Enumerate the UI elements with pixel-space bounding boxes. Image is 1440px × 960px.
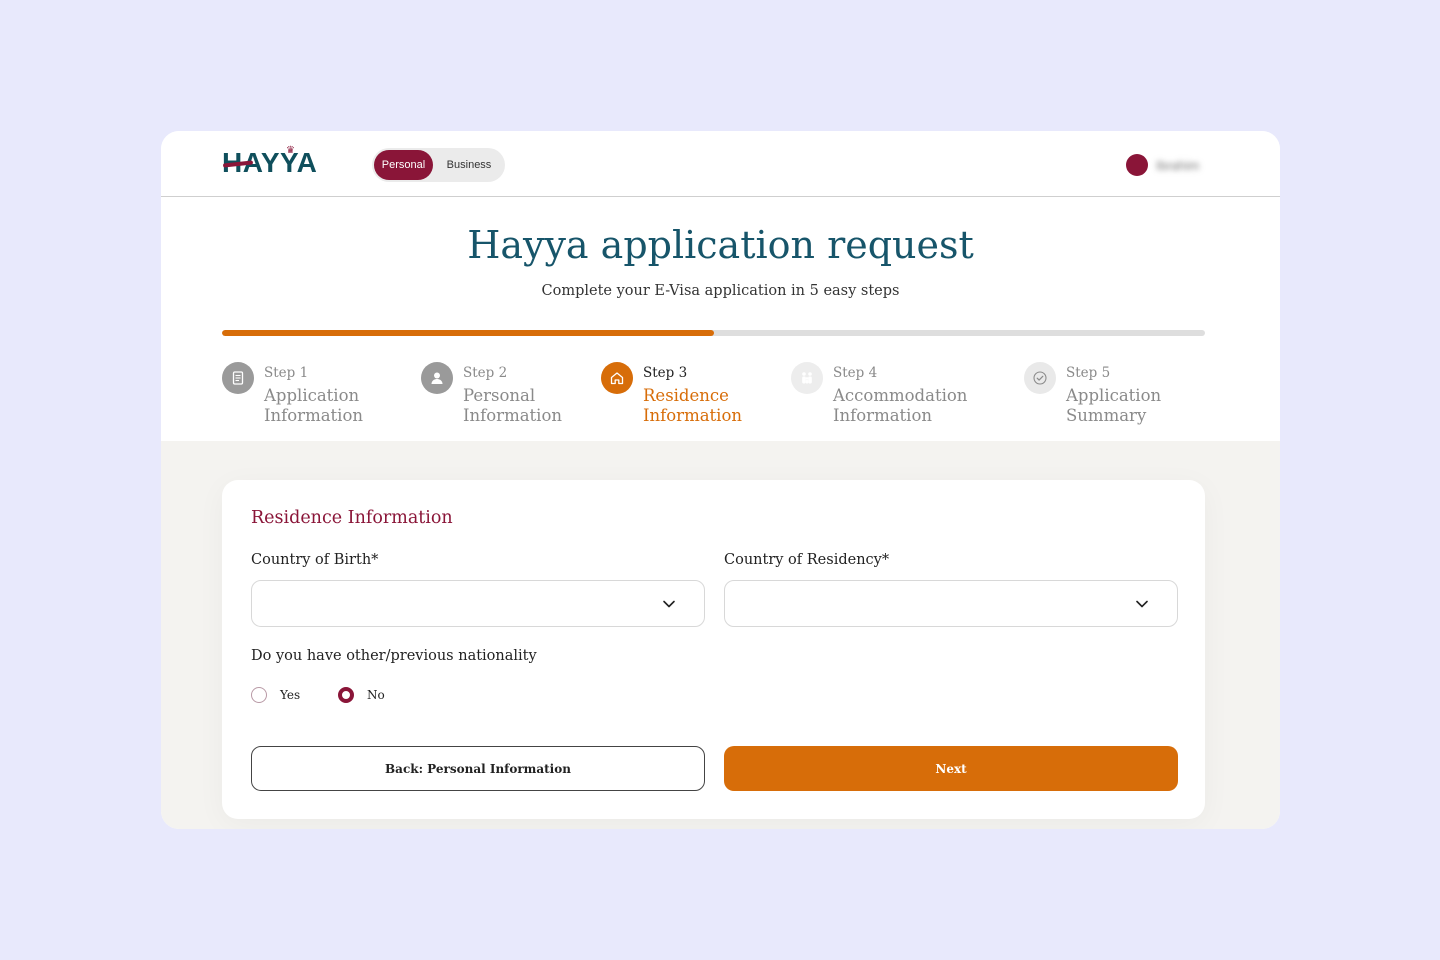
step-3[interactable]: Step 3 Residence Information bbox=[601, 362, 742, 426]
next-button[interactable]: Next bbox=[724, 746, 1178, 791]
country-of-residency-label: Country of Residency* bbox=[724, 552, 890, 568]
home-icon bbox=[601, 362, 633, 394]
progress-bar bbox=[222, 330, 1205, 336]
user-name: Ibrahim bbox=[1156, 157, 1200, 173]
progress-bar-fill bbox=[222, 330, 714, 336]
radio-option-yes[interactable]: Yes bbox=[251, 687, 300, 703]
step-5[interactable]: Step 5 Application Summary bbox=[1024, 362, 1161, 426]
page-title: Hayya application request bbox=[467, 223, 974, 267]
back-button[interactable]: Back: Personal Information bbox=[251, 746, 705, 791]
document-icon bbox=[222, 362, 254, 394]
nationality-question: Do you have other/previous nationality bbox=[251, 648, 537, 664]
section-title: Residence Information bbox=[251, 508, 453, 528]
chevron-down-icon bbox=[663, 600, 675, 608]
country-of-birth-select[interactable] bbox=[251, 580, 705, 627]
logo-crown-icon: ♛ bbox=[286, 145, 295, 156]
step-2[interactable]: Step 2 Personal Information bbox=[421, 362, 562, 426]
radio-yes-label: Yes bbox=[280, 688, 301, 702]
step-number: Step 5 bbox=[1066, 365, 1111, 381]
step-number: Step 2 bbox=[463, 365, 508, 381]
residence-form-card: Residence Information Country of Birth* … bbox=[222, 480, 1205, 819]
radio-option-no[interactable]: No bbox=[338, 687, 385, 703]
step-number: Step 3 bbox=[643, 365, 688, 381]
account-type-toggle: Personal Business bbox=[372, 148, 505, 182]
toggle-business[interactable]: Business bbox=[436, 150, 502, 180]
hayya-logo[interactable]: ♛ HAYYA bbox=[222, 145, 317, 181]
user-menu[interactable]: Ibrahim bbox=[1126, 154, 1199, 176]
step-label: Accommodation Information bbox=[833, 386, 968, 425]
user-icon bbox=[421, 362, 453, 394]
radio-yes[interactable] bbox=[251, 687, 267, 703]
page-subtitle: Complete your E-Visa application in 5 ea… bbox=[541, 283, 900, 299]
family-icon bbox=[791, 362, 823, 394]
avatar[interactable] bbox=[1126, 154, 1148, 176]
radio-no-label: No bbox=[367, 688, 385, 702]
step-4[interactable]: Step 4 Accommodation Information bbox=[791, 362, 967, 426]
step-label: Residence Information bbox=[643, 386, 743, 425]
step-number: Step 4 bbox=[833, 365, 878, 381]
step-label: Application Information bbox=[264, 386, 364, 425]
country-of-residency-select[interactable] bbox=[724, 580, 1178, 627]
radio-no[interactable] bbox=[338, 687, 354, 703]
chevron-down-icon bbox=[1136, 600, 1148, 608]
top-header: ♛ HAYYA Personal Business Ibrahim bbox=[161, 131, 1280, 197]
step-1[interactable]: Step 1 Application Information bbox=[222, 362, 363, 426]
step-label: Application Summary bbox=[1066, 386, 1162, 425]
step-label: Personal Information bbox=[463, 386, 563, 425]
step-number: Step 1 bbox=[264, 365, 309, 381]
toggle-personal[interactable]: Personal bbox=[374, 150, 433, 180]
country-of-birth-label: Country of Birth* bbox=[251, 552, 379, 568]
app-window: ♛ HAYYA Personal Business Ibrahim Hayya … bbox=[161, 131, 1280, 829]
check-circle-icon bbox=[1024, 362, 1056, 394]
